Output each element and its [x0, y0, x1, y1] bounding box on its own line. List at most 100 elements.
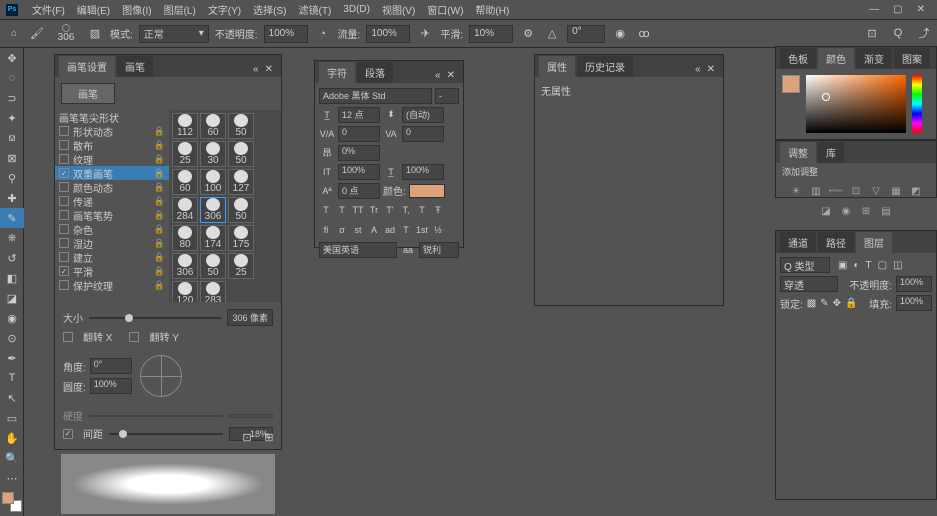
blend-mode-select[interactable]: 穿透 [780, 276, 838, 292]
opacity-input[interactable]: 100% [264, 25, 308, 43]
lasso-tool[interactable]: ⊃ [0, 88, 24, 108]
flow-input[interactable]: 100% [366, 25, 410, 43]
tab-paragraph[interactable]: 段落 [357, 62, 393, 83]
vscale-input[interactable]: 100% [338, 164, 380, 180]
brush-thumb[interactable]: 306 [172, 253, 198, 279]
tab-channels[interactable]: 通道 [780, 232, 816, 253]
brush-opt-7[interactable]: 杂色🔒 [55, 222, 169, 236]
shape-tool[interactable]: ▭ [0, 408, 24, 428]
brush-thumb[interactable]: 50 [228, 113, 254, 139]
smooth-input[interactable]: 10% [469, 25, 513, 43]
panel-collapse-icon[interactable]: « [435, 70, 441, 81]
marquee-tool[interactable]: ◌ [0, 68, 24, 88]
lock-image-icon[interactable]: ✎ [820, 298, 828, 309]
lock-position-icon[interactable]: ✥ [833, 298, 841, 309]
brush-thumb[interactable]: 50 [200, 253, 226, 279]
brush-thumb[interactable]: 25 [228, 253, 254, 279]
lock-all-icon[interactable]: 🔒 [845, 298, 857, 309]
menu-type[interactable]: 文字(Y) [202, 0, 247, 19]
layer-opacity-input[interactable]: 100% [896, 276, 932, 292]
hand-tool[interactable]: ✋ [0, 428, 24, 448]
brush-thumb[interactable]: 127 [228, 169, 254, 195]
language-select[interactable]: 美国英语 [319, 242, 397, 258]
type-style-button[interactable]: T [335, 203, 349, 217]
path-tool[interactable]: ↖ [0, 388, 24, 408]
tab-libraries[interactable]: 库 [818, 142, 844, 163]
menu-select[interactable]: 选择(S) [247, 0, 292, 19]
tab-brush-settings[interactable]: 画笔设置 [59, 56, 115, 77]
type-style-button[interactable]: Ŧ [431, 203, 445, 217]
menu-window[interactable]: 窗口(W) [421, 0, 469, 19]
size-slider[interactable] [89, 317, 221, 319]
brush-thumb[interactable]: 112 [172, 113, 198, 139]
minimize-icon[interactable]: — [869, 4, 879, 15]
type-style-button[interactable]: T [319, 203, 333, 217]
blur-tool[interactable]: ◉ [0, 308, 24, 328]
brush-opt-11[interactable]: 保护纹理🔒 [55, 278, 169, 292]
mode-select[interactable]: 正常▾ [139, 25, 209, 43]
brush-opt-5[interactable]: 传递🔒 [55, 194, 169, 208]
color-field[interactable] [806, 75, 906, 133]
brush-tool[interactable]: ✎ [0, 208, 24, 228]
panel-close-icon[interactable]: ✕ [265, 64, 273, 75]
crop-tool[interactable]: ⟏ [0, 128, 24, 148]
brush-thumb[interactable]: 306 [200, 197, 226, 223]
brush-opt-0[interactable]: 形状动态🔒 [55, 124, 169, 138]
kerning-input[interactable]: 0 [338, 126, 380, 142]
wand-tool[interactable]: ✦ [0, 108, 24, 128]
pressure-opacity-icon[interactable]: ◔ [314, 25, 332, 43]
brush-thumb[interactable]: 25 [172, 141, 198, 167]
flipy-checkbox[interactable] [129, 332, 139, 342]
tab-color[interactable]: 颜色 [818, 48, 854, 69]
brush-thumb[interactable]: 120 [172, 281, 198, 302]
brush-panel-icon[interactable]: ▨ [86, 25, 104, 43]
hscale-input[interactable]: 100% [402, 164, 444, 180]
leading-input[interactable]: (自动) [402, 107, 444, 123]
brush-thumb[interactable]: 284 [172, 197, 198, 223]
channel-mixer-icon[interactable]: ⊞ [859, 204, 873, 218]
brush-opt-1[interactable]: 散布🔒 [55, 138, 169, 152]
search-icon[interactable]: ⊡ [863, 24, 881, 42]
tab-layers[interactable]: 图层 [856, 232, 892, 253]
tracking-input[interactable]: 0 [402, 126, 444, 142]
brush-preset-picker[interactable]: 306 [52, 24, 80, 44]
angle-input[interactable]: 0° [567, 25, 605, 43]
panel-collapse-icon[interactable]: « [695, 64, 701, 75]
brush-opt-3[interactable]: ✓双重画笔🔒 [55, 166, 169, 180]
layer-filter-select[interactable]: Q 类型 [780, 257, 830, 273]
bw-icon[interactable]: ◪ [819, 204, 833, 218]
angle-dial[interactable] [140, 355, 182, 397]
brush-thumb[interactable]: 60 [200, 113, 226, 139]
brush-preset-button[interactable]: 画笔 [61, 83, 115, 104]
type-style-button[interactable]: Tr [367, 203, 381, 217]
brush-opt-9[interactable]: 建立🔒 [55, 250, 169, 264]
dodge-tool[interactable]: ⊙ [0, 328, 24, 348]
move-tool[interactable]: ✥ [0, 48, 24, 68]
filter-type-icon[interactable]: T [866, 260, 872, 271]
panel-collapse-icon[interactable]: « [253, 64, 259, 75]
brush-opt-10[interactable]: ✓平滑🔒 [55, 264, 169, 278]
brush-thumb[interactable]: 283 [200, 281, 226, 302]
more-tools[interactable]: ⋯ [0, 468, 24, 488]
tab-patterns[interactable]: 图案 [894, 48, 930, 69]
levels-icon[interactable]: ▥ [809, 184, 823, 198]
font-style-select[interactable]: - [435, 88, 459, 104]
menu-edit[interactable]: 编辑(E) [71, 0, 116, 19]
tab-brushes[interactable]: 画笔 [117, 56, 153, 77]
history-brush-tool[interactable]: ↺ [0, 248, 24, 268]
font-family-select[interactable]: Adobe 黑体 Std [319, 88, 432, 104]
frame-tool[interactable]: ⊠ [0, 148, 24, 168]
antialias-select[interactable]: 锐利 [419, 242, 459, 258]
new-brush-icon[interactable]: ⊞ [260, 428, 278, 446]
type-style-button[interactable]: T' [383, 203, 397, 217]
brush-opt-8[interactable]: 湿边🔒 [55, 236, 169, 250]
filter-shape-icon[interactable]: ▢ [878, 260, 887, 271]
type-style-button[interactable]: T [415, 203, 429, 217]
cloud-icon[interactable]: Q [889, 24, 907, 42]
opentype-icon[interactable]: fi [319, 223, 333, 237]
scale-input[interactable]: 0% [338, 145, 380, 161]
curves-icon[interactable]: ⬳ [829, 184, 843, 198]
brush-opt-2[interactable]: 纹理🔒 [55, 152, 169, 166]
type-style-button[interactable]: TT [351, 203, 365, 217]
brush-thumb[interactable]: 174 [200, 225, 226, 251]
